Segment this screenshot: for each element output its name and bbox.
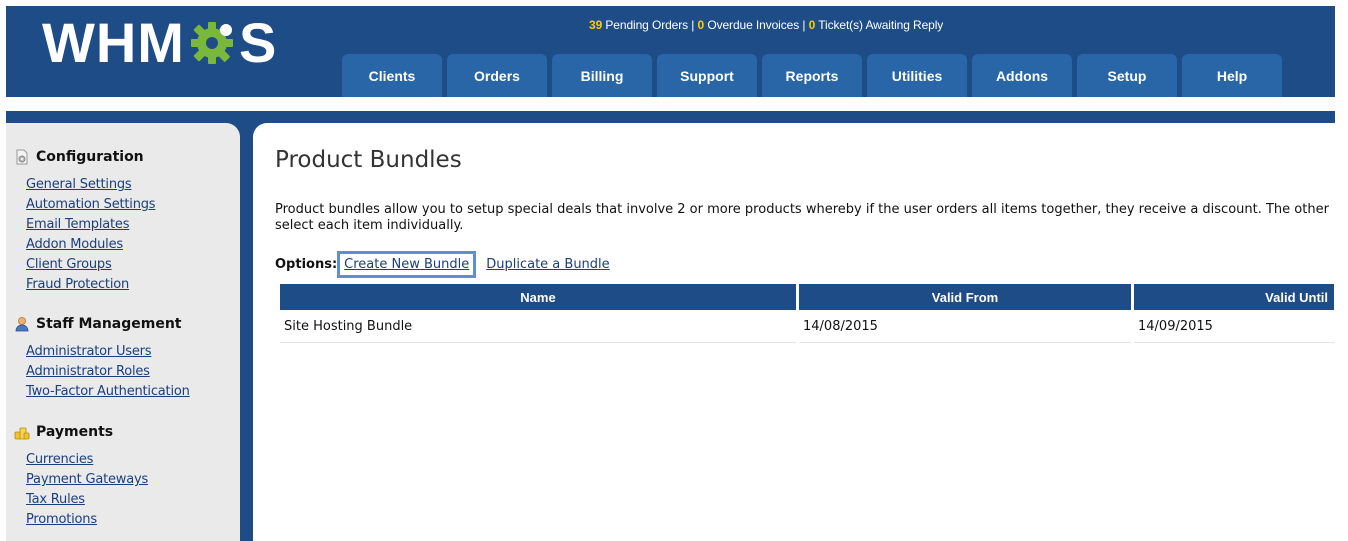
nav-tab-clients[interactable]: Clients [342,54,442,97]
intro-line-1: Product bundles allow you to setup speci… [275,202,1329,217]
bundles-table-wrap: Name Valid From Valid Until Site Hosting… [277,284,1337,343]
sidebar-link-email-templates[interactable]: Email Templates [26,215,155,235]
main-content: Product Bundles Product bundles allow yo… [253,123,1335,541]
sidebar-link-fraud-protection[interactable]: Fraud Protection [26,275,155,295]
column-header-valid-until[interactable]: Valid Until [1134,284,1334,310]
duplicate-bundle-link[interactable]: Duplicate a Bundle [486,257,609,272]
bundle-valid-from-cell: 14/08/2015 [799,310,1131,343]
sidebar-section-configuration: Configuration General Settings Automatio… [14,147,156,295]
nav-tab-reports[interactable]: Reports [762,54,862,97]
pending-orders-count[interactable]: 39 [589,18,602,32]
sidebar-link-automation-settings[interactable]: Automation Settings [26,195,156,215]
nav-tab-help[interactable]: Help [1182,54,1282,97]
nav-tab-support[interactable]: Support [657,54,757,97]
sidebar-section-staff-management: Staff Management Administrator Users Adm… [14,314,190,402]
page-title: Product Bundles [275,147,462,173]
nav-tab-addons[interactable]: Addons [972,54,1072,97]
intro-text: Product bundles allow you to setup speci… [275,202,1345,234]
logo-text-right: S [238,10,278,74]
intro-line-2: select each item individually. [275,218,464,233]
sidebar-link-client-groups[interactable]: Client Groups [26,255,155,275]
create-new-bundle-link[interactable]: Create New Bundle [344,257,469,272]
sidebar-section-payments: Payments Currencies Payment Gateways Tax… [14,422,148,530]
whmcs-logo[interactable]: WHM S [42,10,278,74]
sub-header-strip [6,111,1335,123]
logo-text-left: WHM [42,10,185,74]
column-header-name[interactable]: Name [280,284,796,310]
sidebar-link-payment-gateways[interactable]: Payment Gateways [26,470,148,490]
options-bar: Options: Create New Bundle Duplicate a B… [275,251,610,278]
tickets-label[interactable]: Ticket(s) Awaiting Reply [815,18,943,32]
status-bar: 39 Pending Orders | 0 Overdue Invoices |… [589,18,943,32]
nav-tab-setup[interactable]: Setup [1077,54,1177,97]
nav-tab-billing[interactable]: Billing [552,54,652,97]
sidebar-link-currencies[interactable]: Currencies [26,450,148,470]
sidebar-heading-configuration: Configuration [36,149,144,165]
create-bundle-highlight: Create New Bundle [337,251,477,278]
sidebar-heading-payments: Payments [36,424,114,440]
coins-icon [14,424,30,440]
sidebar-link-promotions[interactable]: Promotions [26,510,148,530]
gear-document-icon [14,149,30,165]
bundle-valid-until-cell: 14/09/2015 [1134,310,1334,343]
bundles-table: Name Valid From Valid Until Site Hosting… [277,284,1337,343]
header: WHM S 39 Pending Orders | 0 Overdue Invo… [6,6,1335,97]
sidebar-link-addon-modules[interactable]: Addon Modules [26,235,155,255]
table-row[interactable]: Site Hosting Bundle 14/08/2015 14/09/201… [280,310,1334,343]
pending-orders-label[interactable]: Pending Orders | [602,18,697,32]
overdue-invoices-label[interactable]: Overdue Invoices | [704,18,809,32]
main-nav: Clients Orders Billing Support Reports U… [342,54,1287,97]
options-label: Options: [275,257,338,272]
sidebar-link-two-factor-authentication[interactable]: Two-Factor Authentication [26,382,190,402]
sidebar-link-general-settings[interactable]: General Settings [26,175,155,195]
staff-user-icon [14,316,30,332]
nav-tab-orders[interactable]: Orders [447,54,547,97]
header-separator [6,97,1335,111]
sidebar-link-administrator-users[interactable]: Administrator Users [26,342,190,362]
nav-tab-utilities[interactable]: Utilities [867,54,967,97]
sidebar-heading-staff-management: Staff Management [36,316,182,332]
gear-logo-icon [186,16,238,68]
sidebar-link-administrator-roles[interactable]: Administrator Roles [26,362,190,382]
bundle-name-cell[interactable]: Site Hosting Bundle [280,310,796,343]
sidebar: Configuration General Settings Automatio… [6,123,240,541]
sidebar-link-tax-rules[interactable]: Tax Rules [26,490,148,510]
column-header-valid-from[interactable]: Valid From [799,284,1131,310]
